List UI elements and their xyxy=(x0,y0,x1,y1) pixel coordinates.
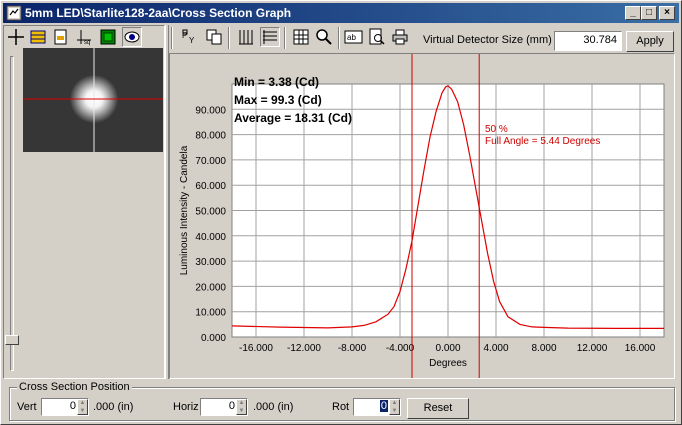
y-tick-label: 0.000 xyxy=(201,333,226,344)
apply-button[interactable]: Apply xyxy=(626,31,674,52)
toolbar-separator xyxy=(338,27,340,49)
print-preview-button[interactable] xyxy=(367,27,387,47)
x-tick-label: -8.000 xyxy=(338,343,367,354)
vertical-slider-thumb[interactable] xyxy=(5,335,19,345)
zoom-button[interactable] xyxy=(314,27,334,47)
led-beam-thumbnail[interactable] xyxy=(23,48,163,152)
maximize-button[interactable]: □ xyxy=(641,6,657,20)
toolbar-separator xyxy=(228,27,230,49)
full-angle-annotation: Full Angle = 5.44 Degrees xyxy=(485,136,600,147)
horizontal-grid-button[interactable] xyxy=(260,27,280,47)
stat-max: Max = 99.3 (Cd) xyxy=(234,93,322,107)
x-tick-label: 8.000 xyxy=(531,343,556,354)
maximize-icon: □ xyxy=(645,7,653,18)
horiz-spinner[interactable]: 0 ▲ ▼ xyxy=(200,398,248,416)
y-tick-label: 60.000 xyxy=(195,181,226,192)
x-tick-label: 4.000 xyxy=(483,343,508,354)
vert-value: 0 xyxy=(69,400,76,412)
rot-spinner[interactable]: 0 ▲ ▼ xyxy=(353,398,401,416)
y-tick-label: 50.000 xyxy=(195,207,226,218)
stat-min: Min = 3.38 (Cd) xyxy=(234,75,319,89)
graph-panel: 0.000 10.000 20.000 30.000 40.000 50.000 60.00… xyxy=(169,53,675,379)
rot-value: 0 xyxy=(379,400,388,412)
virtual-detector-size-input[interactable]: 30.784 xyxy=(554,31,622,51)
horiz-spin-arrows[interactable]: ▲ ▼ xyxy=(236,399,247,415)
vert-spin-arrows[interactable]: ▲ ▼ xyxy=(77,399,88,415)
rot-label: Rot xyxy=(332,401,350,413)
text-label-icon: ab xyxy=(344,30,363,44)
virtual-detector-size-label: Virtual Detector Size (mm) xyxy=(423,34,552,46)
copy-icon xyxy=(206,29,222,45)
table-button[interactable] xyxy=(291,27,311,47)
spin-down-icon[interactable]: ▼ xyxy=(237,408,246,416)
printer-icon xyxy=(392,29,408,45)
close-icon: × xyxy=(664,7,670,18)
beam-spot-image xyxy=(23,48,163,152)
minimize-button[interactable]: _ xyxy=(625,6,641,20)
copy-data-button[interactable]: P Y xyxy=(181,27,201,47)
window-title: 5mm LED\Starlite128-2aa\Cross Section Gr… xyxy=(25,6,292,20)
y-tick-label: 20.000 xyxy=(195,282,226,293)
minimize-icon: _ xyxy=(630,7,636,18)
x-tick-label: -4.000 xyxy=(386,343,415,354)
horiz-unit: .000 (in) xyxy=(253,401,294,413)
y-axis-label: Luminous Intensity - Candela xyxy=(179,145,190,275)
x-tick-label: -12.000 xyxy=(287,343,321,354)
y-tick-label: 10.000 xyxy=(195,308,226,319)
app-icon xyxy=(6,5,22,21)
table-icon xyxy=(293,29,309,45)
copy-data-icon: P Y xyxy=(182,29,195,45)
cross-section-chart[interactable]: 0.000 10.000 20.000 30.000 40.000 50.000 60.00… xyxy=(170,54,674,378)
x-tick-label: -16.000 xyxy=(239,343,273,354)
stat-average: Average = 18.31 (Cd) xyxy=(234,111,352,125)
print-preview-icon xyxy=(369,28,385,45)
y-tick-label: 80.000 xyxy=(195,131,226,142)
svg-text:Y: Y xyxy=(189,36,195,45)
vert-spinner[interactable]: 0 ▲ ▼ xyxy=(41,398,89,416)
toolbar-separator xyxy=(171,27,173,49)
rot-spin-arrows[interactable]: ▲ ▼ xyxy=(389,399,400,415)
y-tick-label: 30.000 xyxy=(195,257,226,268)
vertical-grid-icon xyxy=(239,30,253,45)
spin-down-icon[interactable]: ▼ xyxy=(390,408,399,416)
title-bar[interactable]: 5mm LED\Starlite128-2aa\Cross Section Gr… xyxy=(3,3,679,23)
spin-up-icon[interactable]: ▲ xyxy=(237,400,246,408)
reset-button[interactable]: Reset xyxy=(407,398,469,419)
vert-label: Vert xyxy=(17,401,37,413)
cross-section-graph-window: 5mm LED\Starlite128-2aa\Cross Section Gr… xyxy=(0,0,682,425)
magnifier-icon xyxy=(316,29,332,45)
horizontal-grid-icon xyxy=(263,30,277,44)
label-button[interactable]: ab xyxy=(344,27,364,47)
spin-up-icon[interactable]: ▲ xyxy=(78,400,87,408)
y-tick-label: 40.000 xyxy=(195,232,226,243)
percent-annotation: 50 % xyxy=(485,124,508,135)
vertical-grid-button[interactable] xyxy=(236,27,256,47)
print-button[interactable] xyxy=(390,27,410,47)
horiz-value: 0 xyxy=(228,400,235,412)
horiz-label: Horiz xyxy=(173,401,199,413)
y-tick-label: 90.000 xyxy=(195,105,226,116)
spin-down-icon[interactable]: ▼ xyxy=(78,408,87,416)
copy-button[interactable] xyxy=(204,27,224,47)
x-tick-label: 0.000 xyxy=(435,343,460,354)
x-axis-label: Degrees xyxy=(429,358,467,369)
close-button[interactable]: × xyxy=(659,6,675,20)
cross-section-position-title: Cross Section Position xyxy=(17,381,132,393)
spin-up-icon[interactable]: ▲ xyxy=(390,400,399,408)
toolbar-separator xyxy=(284,27,286,49)
bottom-panel: Cross Section Position Vert 0 ▲ ▼ .000 (… xyxy=(3,380,679,424)
vert-unit: .000 (in) xyxy=(93,401,134,413)
y-tick-label: 70.000 xyxy=(195,156,226,167)
x-tick-label: 16.000 xyxy=(625,343,656,354)
x-tick-label: 12.000 xyxy=(577,343,608,354)
svg-text:ab: ab xyxy=(347,33,356,42)
vertical-slider-track[interactable] xyxy=(10,56,14,371)
